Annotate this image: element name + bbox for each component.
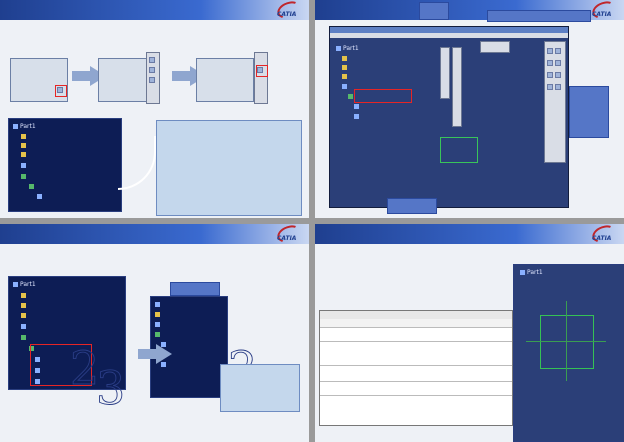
sketch-screenshot-1	[10, 58, 68, 102]
table-row	[320, 365, 512, 378]
tree-item[interactable]	[354, 103, 361, 112]
sketch-square	[540, 315, 594, 369]
slide-sketch-location: CATIA Part1 2 3 2 3	[0, 224, 309, 442]
catia-logo-icon: CATIA	[273, 224, 304, 246]
table-row	[320, 395, 512, 408]
tree-item[interactable]	[29, 183, 36, 192]
catia-logo-icon: CATIA	[588, 224, 619, 246]
table-header	[320, 319, 512, 327]
svg-text:3: 3	[96, 361, 125, 414]
right-toolbar	[544, 41, 566, 163]
tree-item[interactable]	[21, 302, 28, 311]
tree-item[interactable]	[354, 113, 361, 122]
svg-text:2: 2	[70, 341, 99, 395]
constraint-table	[319, 310, 513, 426]
tree-root-part1[interactable]: Part1	[520, 269, 543, 278]
tree-item[interactable]	[342, 64, 349, 73]
sketch-tips-note	[156, 120, 302, 216]
slide-enter-exit-sketch: CATIA Part1	[0, 0, 309, 218]
tree-item[interactable]	[37, 193, 44, 202]
tree-item[interactable]	[21, 162, 28, 171]
sketch-window: Part1	[513, 264, 624, 442]
tree-item[interactable]	[21, 133, 28, 142]
tree-item[interactable]	[21, 334, 28, 343]
slide-header: CATIA	[315, 224, 624, 246]
tree-item[interactable]	[342, 83, 349, 92]
tree-root-part1[interactable]: Part1	[336, 45, 359, 54]
tree-item[interactable]	[21, 292, 28, 301]
tree-item[interactable]	[155, 311, 162, 320]
callout-box	[569, 86, 609, 138]
callout-box	[419, 2, 449, 20]
slide-sketch-structure: CATIA Part1	[315, 224, 624, 442]
vertical-toolbar	[440, 47, 450, 99]
sketch-axes	[440, 137, 478, 163]
tree-item[interactable]	[21, 173, 28, 182]
horizontal-toolbar	[480, 41, 510, 53]
table-row	[320, 381, 512, 394]
sketch-toolbar	[146, 52, 160, 104]
tree-item[interactable]	[21, 312, 28, 321]
callout-box	[170, 282, 220, 296]
tree-item[interactable]	[155, 301, 162, 310]
callout-connector	[118, 136, 156, 190]
catia-logo-icon: CATIA	[588, 0, 619, 22]
tree-item[interactable]	[342, 73, 349, 82]
slide-header: CATIA	[0, 224, 309, 246]
callout-box	[487, 10, 591, 22]
sketch-screenshot-3	[196, 58, 254, 102]
menu-bar	[330, 33, 568, 38]
slide-commands-toolbars: CATIA Part1	[315, 0, 624, 218]
slide-sheet: CATIA Part1 CATIA Part1 CATIA Part1 2 3 …	[0, 0, 624, 442]
tree-root-part1[interactable]: Part1	[13, 123, 36, 132]
tree-item[interactable]	[342, 55, 349, 64]
table-row	[320, 327, 512, 340]
catia-window: Part1	[329, 26, 569, 208]
tree-root-part1[interactable]: Part1	[13, 281, 36, 290]
table-row	[320, 341, 512, 364]
catia-logo-icon: CATIA	[273, 0, 304, 22]
vertical-toolbar	[452, 47, 462, 127]
callout-box	[387, 198, 437, 214]
h-axis	[526, 341, 606, 342]
slide-header: CATIA	[0, 0, 309, 22]
location-note	[220, 364, 300, 412]
arrow-right-icon	[138, 344, 172, 364]
table-caption	[320, 311, 512, 319]
exit-sketch-toolbar	[254, 52, 268, 104]
spec-tree: Part1	[8, 118, 122, 212]
tree-item[interactable]	[21, 142, 28, 151]
tree-item[interactable]	[21, 323, 28, 332]
tree-item[interactable]	[21, 151, 28, 160]
